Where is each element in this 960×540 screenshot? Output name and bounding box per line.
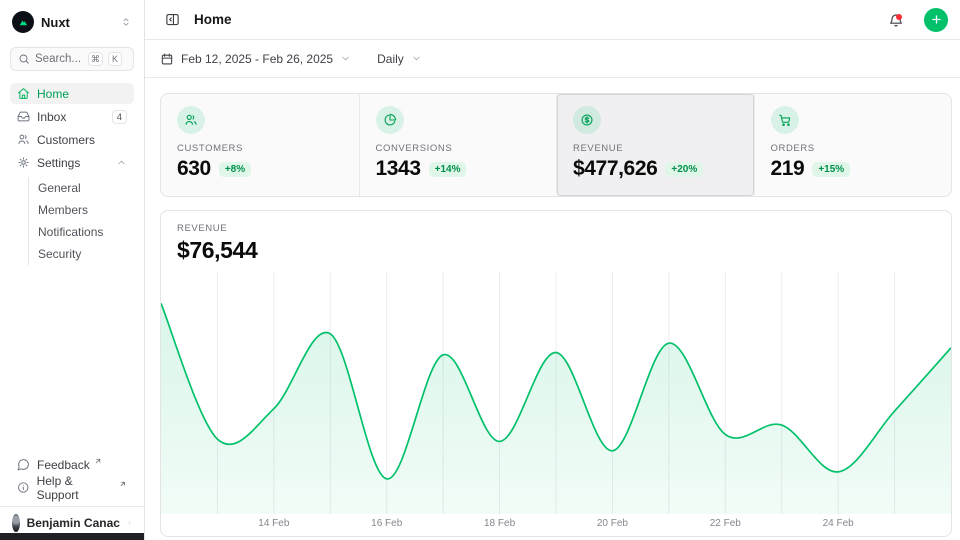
chart-total-value: $76,544 [177, 237, 935, 264]
stats-row: CUSTOMERS 630 +8% CONVERSIONS 1343 +14% [160, 93, 952, 197]
info-circle-icon [17, 481, 30, 494]
stat-card-conversions[interactable]: CONVERSIONS 1343 +14% [359, 94, 557, 196]
revenue-area-chart[interactable] [161, 272, 951, 514]
search-input[interactable] [35, 53, 83, 65]
add-button[interactable] [924, 8, 948, 32]
page-title: Home [194, 12, 878, 27]
user-name: Benjamin Canac [27, 516, 120, 530]
x-tick-label: 18 Feb [484, 518, 515, 529]
viewport-cutoff-element [0, 533, 144, 540]
sidebar-nav: Home Inbox 4 Customers Settings General … [10, 83, 134, 265]
period-value: Daily [377, 52, 404, 66]
main-area: Home Feb 12, 2025 - Feb 26, 2025 Daily [145, 0, 960, 540]
chevron-up-down-icon [120, 16, 132, 28]
plus-icon [930, 13, 943, 26]
panel-left-icon [165, 12, 180, 27]
x-tick-label: 20 Feb [597, 518, 628, 529]
sidebar-item-notifications[interactable]: Notifications [29, 221, 134, 243]
stat-value: 630 [177, 157, 211, 181]
kbd-k: K [108, 52, 122, 66]
gear-icon [17, 156, 30, 169]
stat-card-revenue[interactable]: REVENUE $477,626 +20% [556, 94, 754, 196]
sidebar-item-label: Home [37, 87, 127, 101]
sidebar-item-general[interactable]: General [29, 177, 134, 199]
page-content: CUSTOMERS 630 +8% CONVERSIONS 1343 +14% [145, 78, 960, 540]
sidebar-item-home[interactable]: Home [10, 83, 134, 104]
chart-canvas [161, 272, 951, 514]
sidebar-item-members[interactable]: Members [29, 199, 134, 221]
date-range-value: Feb 12, 2025 - Feb 26, 2025 [181, 52, 333, 66]
users-icon [17, 133, 30, 146]
stat-label: ORDERS [771, 143, 936, 154]
stat-label: CONVERSIONS [376, 143, 541, 154]
inbox-icon [17, 110, 30, 123]
period-select[interactable]: Daily [377, 52, 422, 66]
chart-x-axis: 14 Feb 16 Feb 18 Feb 20 Feb 22 Feb 24 Feb [161, 514, 951, 536]
house-icon [17, 87, 30, 100]
message-circle-icon [17, 458, 30, 471]
stat-value: 1343 [376, 157, 421, 181]
workspace-name: Nuxt [41, 15, 113, 30]
help-support-link[interactable]: Help & Support [10, 477, 134, 498]
sidebar-item-label: Inbox [37, 110, 105, 124]
users-icon [177, 106, 205, 134]
sidebar-item-label: Settings [37, 156, 109, 170]
revenue-chart-card: REVENUE $76,544 14 Feb 16 Feb 18 Feb 20 Feb… [160, 210, 952, 537]
x-tick-label: 22 Feb [710, 518, 741, 529]
feedback-label: Feedback [37, 458, 90, 472]
pie-chart-icon [376, 106, 404, 134]
notifications-button[interactable] [888, 12, 904, 28]
settings-subnav: General Members Notifications Security [28, 177, 134, 265]
x-tick-label: 14 Feb [258, 518, 289, 529]
filters-toolbar: Feb 12, 2025 - Feb 26, 2025 Daily [145, 40, 960, 78]
collapse-sidebar-button[interactable] [160, 8, 184, 32]
x-tick-label: 16 Feb [371, 518, 402, 529]
stat-card-orders[interactable]: ORDERS 219 +15% [754, 94, 952, 196]
chart-label: REVENUE [177, 223, 935, 234]
avatar [12, 514, 20, 532]
external-link-icon [94, 457, 102, 465]
sidebar-item-inbox[interactable]: Inbox 4 [10, 106, 134, 127]
stat-label: CUSTOMERS [177, 143, 343, 154]
sidebar-item-customers[interactable]: Customers [10, 129, 134, 150]
notification-dot [896, 14, 902, 20]
stat-label: REVENUE [573, 143, 738, 154]
workspace-switcher[interactable]: Nuxt [10, 10, 134, 34]
search-icon [18, 53, 30, 65]
sidebar-item-settings[interactable]: Settings [10, 152, 134, 173]
stat-delta-badge: +20% [665, 162, 703, 177]
chart-header: REVENUE $76,544 [161, 211, 951, 272]
chevron-down-icon [411, 53, 422, 64]
chevron-up-down-icon [127, 517, 132, 529]
feedback-link[interactable]: Feedback [10, 454, 134, 475]
page-header: Home [145, 0, 960, 40]
stat-delta-badge: +15% [812, 162, 850, 177]
help-support-label: Help & Support [37, 474, 116, 502]
stat-delta-badge: +8% [219, 162, 251, 177]
inbox-count-badge: 4 [112, 110, 127, 124]
chevron-down-icon [340, 53, 351, 64]
stat-value: $477,626 [573, 157, 657, 181]
sidebar-spacer [10, 265, 134, 454]
sidebar-footer-links: Feedback Help & Support [10, 454, 134, 506]
stat-delta-badge: +14% [429, 162, 467, 177]
cart-icon [771, 106, 799, 134]
sidebar: Nuxt ⌘ K Home Inbox 4 Customers Settings… [0, 0, 145, 540]
dollar-circle-icon [573, 106, 601, 134]
sidebar-item-security[interactable]: Security [29, 243, 134, 265]
external-link-icon [119, 480, 127, 488]
kbd-cmd: ⌘ [88, 52, 103, 66]
x-tick-label: 24 Feb [823, 518, 854, 529]
sidebar-item-label: Customers [37, 133, 127, 147]
stat-value: 219 [771, 157, 805, 181]
date-range-picker[interactable]: Feb 12, 2025 - Feb 26, 2025 [160, 52, 351, 66]
calendar-icon [160, 52, 174, 66]
nuxt-logo-icon [12, 11, 34, 33]
stat-card-customers[interactable]: CUSTOMERS 630 +8% [161, 94, 359, 196]
search-input-wrap[interactable]: ⌘ K [10, 47, 134, 71]
chevron-up-icon [116, 157, 127, 168]
